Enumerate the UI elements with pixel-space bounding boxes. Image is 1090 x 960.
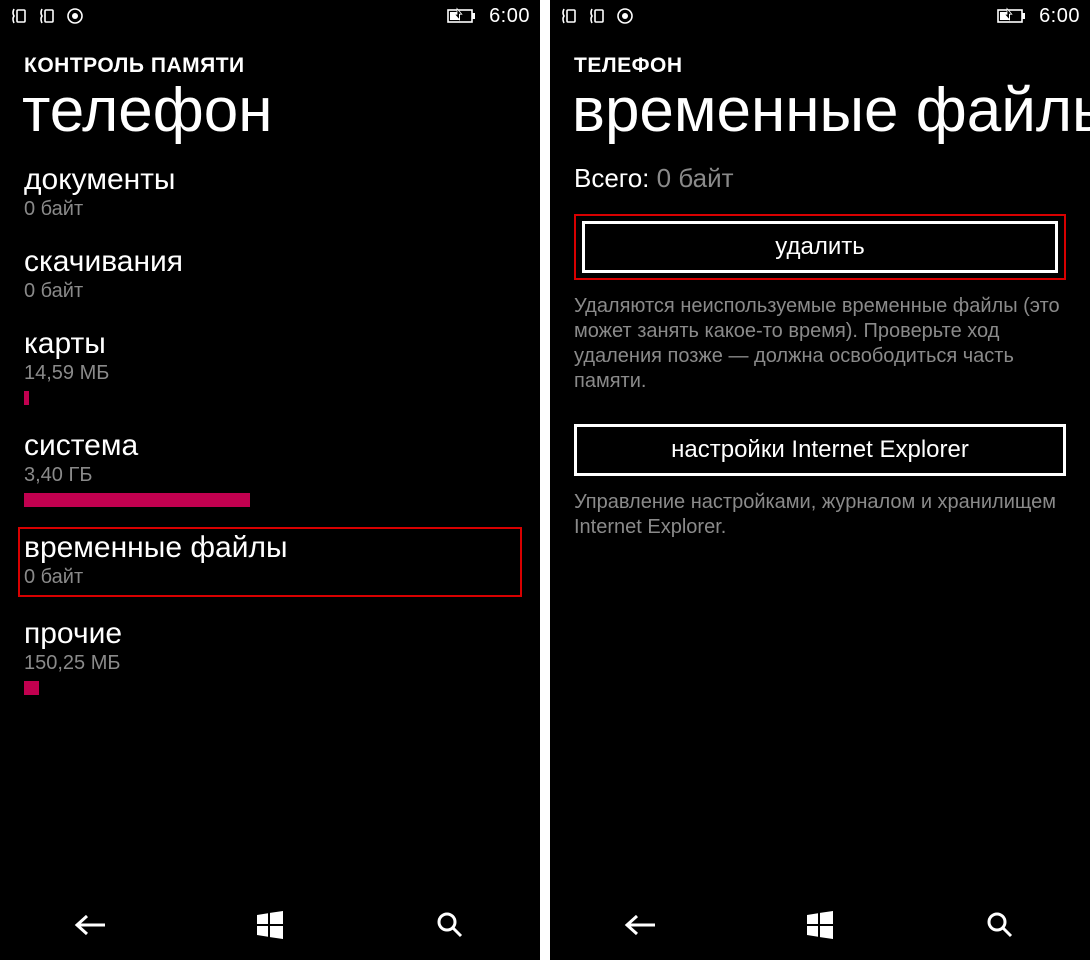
ie-description: Управление настройками, журналом и храни… bbox=[574, 490, 1066, 540]
phone-screen-left: 6:00 КОНТРОЛЬ ПАМЯТИ телефон документы0 … bbox=[0, 0, 540, 960]
app-name: ТЕЛЕФОН bbox=[574, 54, 1066, 78]
category-title: документы bbox=[24, 163, 516, 196]
category-title: карты bbox=[24, 327, 516, 360]
storage-category[interactable]: документы0 байт bbox=[24, 163, 516, 221]
nav-bar bbox=[550, 890, 1090, 960]
vibrate-icon bbox=[560, 6, 580, 26]
delete-button-label: удалить bbox=[775, 233, 864, 261]
back-button[interactable] bbox=[30, 900, 150, 950]
battery-icon bbox=[997, 7, 1029, 25]
page-title: телефон bbox=[22, 78, 516, 143]
start-button[interactable] bbox=[210, 900, 330, 950]
vibrate-icon bbox=[10, 6, 30, 26]
storage-category[interactable]: карты14,59 МБ bbox=[24, 327, 516, 405]
battery-icon bbox=[447, 7, 479, 25]
nav-bar bbox=[0, 890, 540, 960]
delete-button[interactable]: удалить bbox=[582, 221, 1058, 273]
phone-screen-right: 6:00 ТЕЛЕФОН временные файлы Всего: 0 ба… bbox=[550, 0, 1090, 960]
category-size: 14,59 МБ bbox=[24, 362, 516, 385]
back-button[interactable] bbox=[580, 900, 700, 950]
category-usage-bar bbox=[24, 681, 516, 695]
category-size: 3,40 ГБ bbox=[24, 464, 516, 487]
status-bar: 6:00 bbox=[0, 0, 540, 30]
ie-settings-button-label: настройки Internet Explorer bbox=[671, 436, 969, 464]
storage-category[interactable]: временные файлы0 байт bbox=[18, 527, 522, 597]
location-icon bbox=[616, 7, 634, 25]
storage-category[interactable]: прочие150,25 МБ bbox=[24, 617, 516, 695]
vibrate-icon bbox=[38, 6, 58, 26]
total-value: 0 байт bbox=[657, 163, 734, 193]
search-button[interactable] bbox=[940, 900, 1060, 950]
category-title: скачивания bbox=[24, 245, 516, 278]
storage-category[interactable]: скачивания0 байт bbox=[24, 245, 516, 303]
ie-settings-button[interactable]: настройки Internet Explorer bbox=[574, 424, 1066, 476]
total-label: Всего: bbox=[574, 163, 649, 193]
category-usage-bar bbox=[24, 391, 516, 405]
search-button[interactable] bbox=[390, 900, 510, 950]
total-row: Всего: 0 байт bbox=[574, 163, 1066, 194]
vibrate-icon bbox=[588, 6, 608, 26]
category-size: 0 байт bbox=[24, 280, 516, 303]
location-icon bbox=[66, 7, 84, 25]
app-name: КОНТРОЛЬ ПАМЯТИ bbox=[24, 54, 516, 78]
storage-category[interactable]: система3,40 ГБ bbox=[24, 429, 516, 507]
delete-button-highlight: удалить bbox=[574, 214, 1066, 280]
page-title: временные файлы bbox=[572, 78, 1066, 143]
category-usage-bar bbox=[24, 493, 516, 507]
status-clock: 6:00 bbox=[489, 5, 530, 28]
category-size: 0 байт bbox=[24, 566, 516, 589]
category-title: система bbox=[24, 429, 516, 462]
delete-description: Удаляются неиспользуемые временные файлы… bbox=[574, 294, 1066, 394]
category-size: 150,25 МБ bbox=[24, 652, 516, 675]
status-clock: 6:00 bbox=[1039, 5, 1080, 28]
storage-categories-list: документы0 байтскачивания0 байткарты14,5… bbox=[0, 143, 540, 890]
start-button[interactable] bbox=[760, 900, 880, 950]
status-bar: 6:00 bbox=[550, 0, 1090, 30]
category-size: 0 байт bbox=[24, 198, 516, 221]
category-title: временные файлы bbox=[24, 531, 516, 564]
category-title: прочие bbox=[24, 617, 516, 650]
